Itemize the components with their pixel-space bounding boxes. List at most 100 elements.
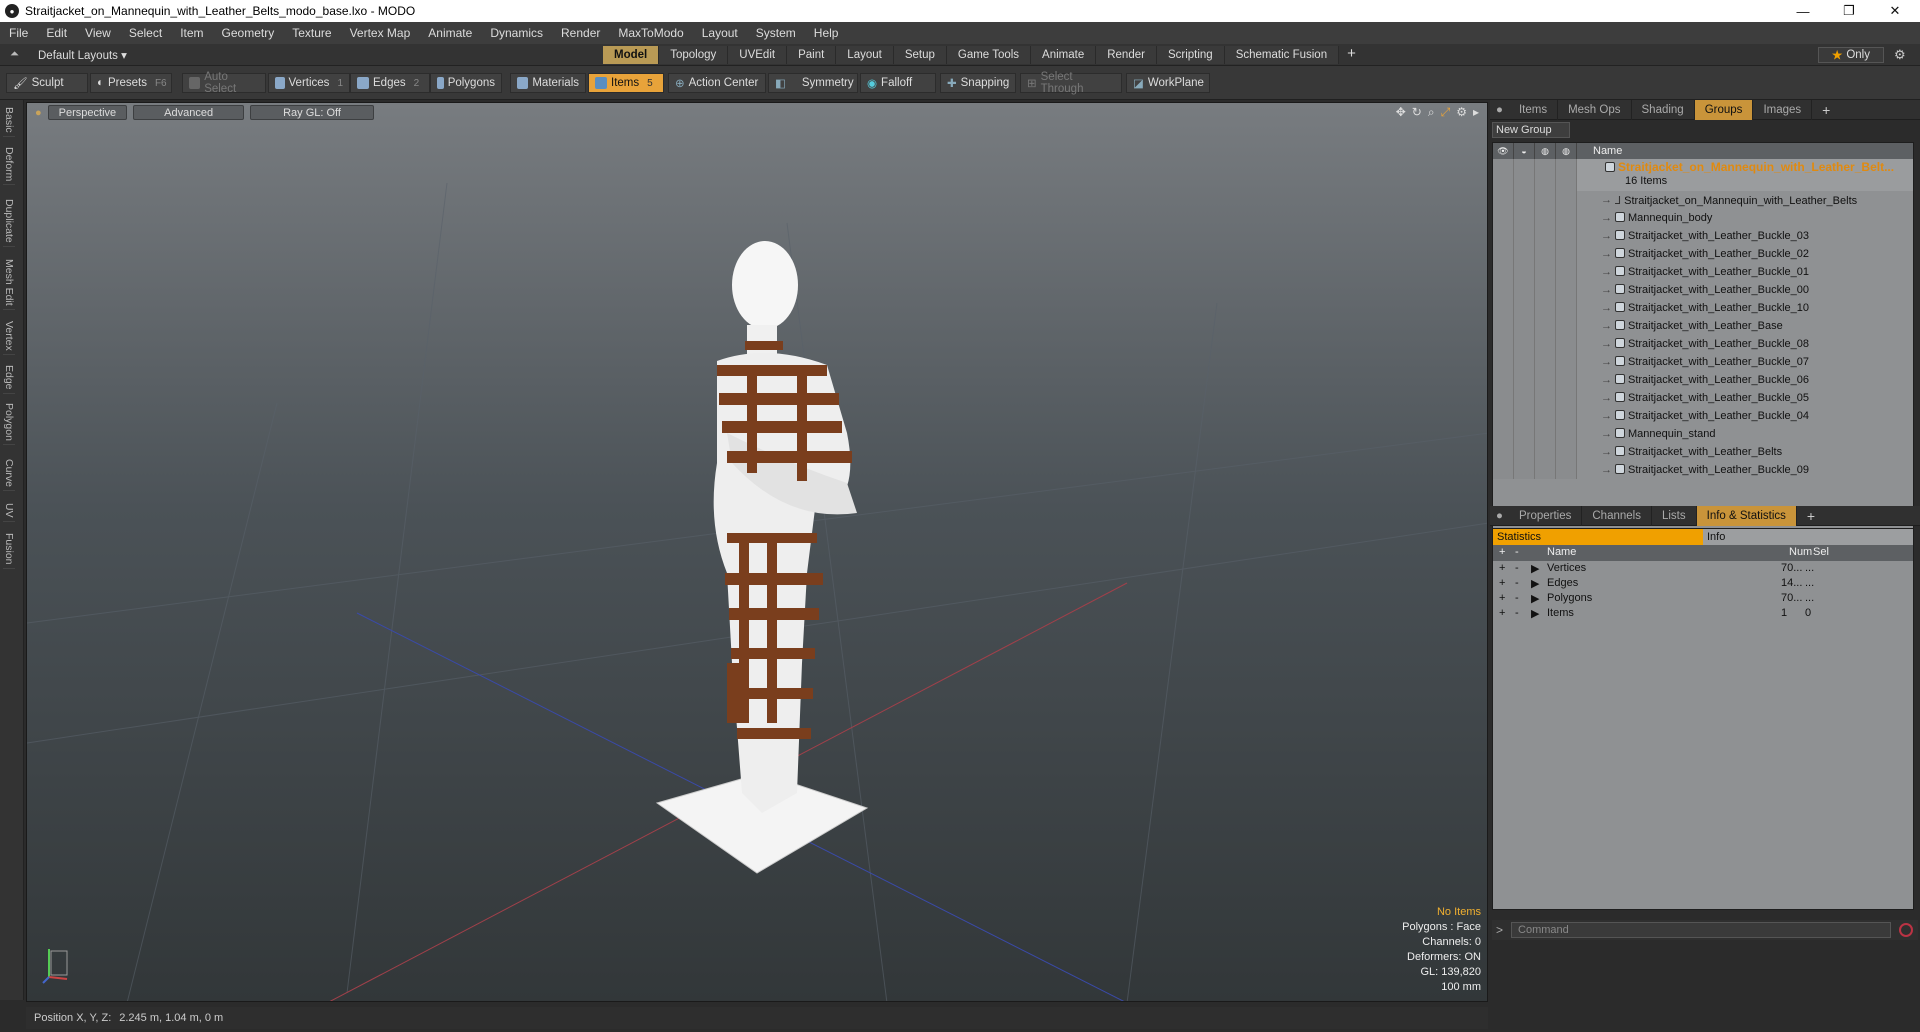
tab-vertex[interactable]: Vertex bbox=[3, 318, 15, 355]
tab-setup[interactable]: Setup bbox=[893, 46, 947, 64]
collapse-row-icon[interactable]: - bbox=[1515, 592, 1519, 604]
snapping-button[interactable]: ✚ Snapping bbox=[940, 73, 1016, 93]
sculpt-button[interactable]: 🖌 Sculpt bbox=[6, 73, 88, 93]
select-column-icon[interactable]: ◍ bbox=[1556, 143, 1577, 159]
tab-paint[interactable]: Paint bbox=[787, 46, 837, 64]
tab-animate[interactable]: Animate bbox=[1031, 46, 1097, 64]
menu-file[interactable]: File bbox=[0, 26, 37, 40]
tree-item[interactable]: → Straitjacket_with_Leather_Belts bbox=[1493, 443, 1913, 461]
command-input[interactable]: Command bbox=[1511, 922, 1892, 938]
restore-button[interactable]: ❐ bbox=[1826, 0, 1872, 22]
menu-layout[interactable]: Layout bbox=[693, 26, 747, 40]
lock-column-icon[interactable]: ◍ bbox=[1535, 143, 1556, 159]
symmetry-button[interactable]: ◧ Symmetry bbox=[768, 73, 858, 93]
workplane-button[interactable]: ◪ WorkPlane bbox=[1126, 73, 1210, 93]
tab-render[interactable]: Render bbox=[1096, 46, 1157, 64]
tree-root-group[interactable]: Straitjacket_on_Mannequin_with_Leather_B… bbox=[1493, 159, 1913, 191]
presets-button[interactable]: ◐ Presets F6 bbox=[90, 73, 172, 93]
tab-lists[interactable]: Lists bbox=[1652, 505, 1697, 526]
menu-dynamics[interactable]: Dynamics bbox=[481, 26, 552, 40]
tree-item[interactable]: → Straitjacket_with_Leather_Base bbox=[1493, 317, 1913, 335]
tab-images[interactable]: Images bbox=[1753, 99, 1813, 120]
expand-row-icon[interactable]: + bbox=[1499, 562, 1505, 574]
tab-game-tools[interactable]: Game Tools bbox=[946, 46, 1032, 64]
tab-schematic-fusion[interactable]: Schematic Fusion bbox=[1224, 46, 1340, 64]
menu-render[interactable]: Render bbox=[552, 26, 609, 40]
panel-menu-dot-icon[interactable]: ● bbox=[1490, 100, 1509, 120]
falloff-button[interactable]: ◉ Falloff bbox=[860, 73, 936, 93]
layout-pin-icon[interactable]: ⏶ bbox=[10, 48, 19, 61]
materials-button[interactable]: Materials bbox=[510, 73, 586, 93]
tree-item[interactable]: → Straitjacket_with_Leather_Buckle_03 bbox=[1493, 227, 1913, 245]
tab-basic[interactable]: Basic bbox=[3, 104, 15, 137]
tree-item[interactable]: → Straitjacket_with_Leather_Buckle_07 bbox=[1493, 353, 1913, 371]
visibility-column-icon[interactable]: 👁 bbox=[1493, 143, 1514, 159]
menu-view[interactable]: View bbox=[76, 26, 120, 40]
tab-groups[interactable]: Groups bbox=[1694, 99, 1754, 120]
add-panel-tab-button[interactable]: + bbox=[1812, 100, 1840, 120]
menu-texture[interactable]: Texture bbox=[283, 26, 340, 40]
tree-item[interactable]: → Straitjacket_with_Leather_Buckle_09 bbox=[1493, 461, 1913, 479]
disclosure-arrow-icon[interactable]: ▶ bbox=[1531, 562, 1539, 575]
edges-button[interactable]: Edges 2 bbox=[350, 73, 430, 93]
expand-row-icon[interactable]: + bbox=[1499, 607, 1505, 619]
items-button[interactable]: Items 5 bbox=[588, 73, 664, 93]
viewport-menu-dot-icon[interactable]: ● bbox=[35, 105, 42, 120]
collapse-row-icon[interactable]: - bbox=[1515, 562, 1519, 574]
disclosure-arrow-icon[interactable]: ▶ bbox=[1531, 577, 1539, 590]
polygons-button[interactable]: Polygons bbox=[430, 73, 502, 93]
expand-row-icon[interactable]: + bbox=[1499, 577, 1505, 589]
pan-icon[interactable]: ✥ bbox=[1396, 105, 1406, 120]
add-tab-button[interactable]: + bbox=[1339, 46, 1364, 64]
tree-item[interactable]: → ⅃ Straitjacket_on_Mannequin_with_Leather… bbox=[1493, 191, 1913, 209]
raygl-toggle[interactable]: Ray GL: Off bbox=[250, 105, 374, 120]
menu-select[interactable]: Select bbox=[120, 26, 171, 40]
tab-scripting[interactable]: Scripting bbox=[1156, 46, 1225, 64]
tab-shading[interactable]: Shading bbox=[1632, 99, 1695, 120]
tab-mesh-edit[interactable]: Mesh Edit bbox=[3, 256, 15, 310]
tab-fusion[interactable]: Fusion bbox=[3, 530, 15, 569]
gear-icon[interactable]: ⚙ bbox=[1894, 47, 1906, 63]
render-column-icon[interactable]: ◒ bbox=[1514, 143, 1535, 159]
action-center-button[interactable]: ⊕ Action Center bbox=[668, 73, 766, 93]
auto-select-button[interactable]: Auto Select bbox=[182, 71, 266, 95]
menu-animate[interactable]: Animate bbox=[419, 26, 481, 40]
tab-properties[interactable]: Properties bbox=[1509, 505, 1583, 526]
add-panel-tab-button[interactable]: + bbox=[1797, 506, 1825, 526]
tab-deform[interactable]: Deform bbox=[3, 144, 15, 186]
menu-help[interactable]: Help bbox=[805, 26, 848, 40]
subtab-statistics[interactable]: Statistics bbox=[1493, 529, 1703, 545]
tab-info-statistics[interactable]: Info & Statistics bbox=[1696, 505, 1797, 526]
tab-uv[interactable]: UV bbox=[3, 500, 15, 522]
subtab-info[interactable]: Info bbox=[1703, 529, 1913, 545]
3d-viewport[interactable]: ● Perspective Advanced Ray GL: Off ✥ ↻ ⌕… bbox=[26, 102, 1488, 1002]
tab-edge[interactable]: Edge bbox=[3, 362, 15, 394]
shading-dropdown[interactable]: Advanced bbox=[133, 105, 245, 120]
tab-layout[interactable]: Layout bbox=[836, 46, 894, 64]
menu-system[interactable]: System bbox=[747, 26, 805, 40]
tree-name-header[interactable]: Name bbox=[1593, 145, 1622, 157]
fit-icon[interactable]: ⤢ bbox=[1441, 105, 1451, 120]
panel-menu-dot-icon[interactable]: ● bbox=[1490, 506, 1509, 526]
new-group-button[interactable]: New Group bbox=[1492, 122, 1570, 138]
stats-row[interactable]: + - ▶ Vertices 70...... bbox=[1493, 561, 1913, 576]
tab-polygon[interactable]: Polygon bbox=[3, 400, 15, 445]
collapse-row-icon[interactable]: - bbox=[1515, 607, 1519, 619]
expand-row-icon[interactable]: + bbox=[1499, 592, 1505, 604]
default-layouts-dropdown[interactable]: Default Layouts ▾ bbox=[38, 48, 127, 62]
tree-item[interactable]: → Straitjacket_with_Leather_Buckle_08 bbox=[1493, 335, 1913, 353]
perspective-dropdown[interactable]: Perspective bbox=[47, 105, 128, 120]
tab-mesh-ops[interactable]: Mesh Ops bbox=[1558, 99, 1632, 120]
stats-row[interactable]: + - ▶ Items 1 0 bbox=[1493, 606, 1913, 621]
tab-curve[interactable]: Curve bbox=[3, 456, 15, 492]
expand-all-icon[interactable]: + bbox=[1499, 546, 1505, 558]
stats-row[interactable]: + - ▶ Edges 14...... bbox=[1493, 576, 1913, 591]
tree-item[interactable]: → Straitjacket_with_Leather_Buckle_01 bbox=[1493, 263, 1913, 281]
tab-model[interactable]: Model bbox=[603, 46, 660, 64]
viewport-settings-icon[interactable]: ⚙ bbox=[1456, 105, 1467, 120]
tree-item[interactable]: → Mannequin_stand bbox=[1493, 425, 1913, 443]
tree-item[interactable]: → Straitjacket_with_Leather_Buckle_02 bbox=[1493, 245, 1913, 263]
tree-item[interactable]: → Straitjacket_with_Leather_Buckle_00 bbox=[1493, 281, 1913, 299]
close-button[interactable]: ✕ bbox=[1872, 0, 1918, 22]
only-button[interactable]: ★ Only bbox=[1818, 47, 1884, 63]
